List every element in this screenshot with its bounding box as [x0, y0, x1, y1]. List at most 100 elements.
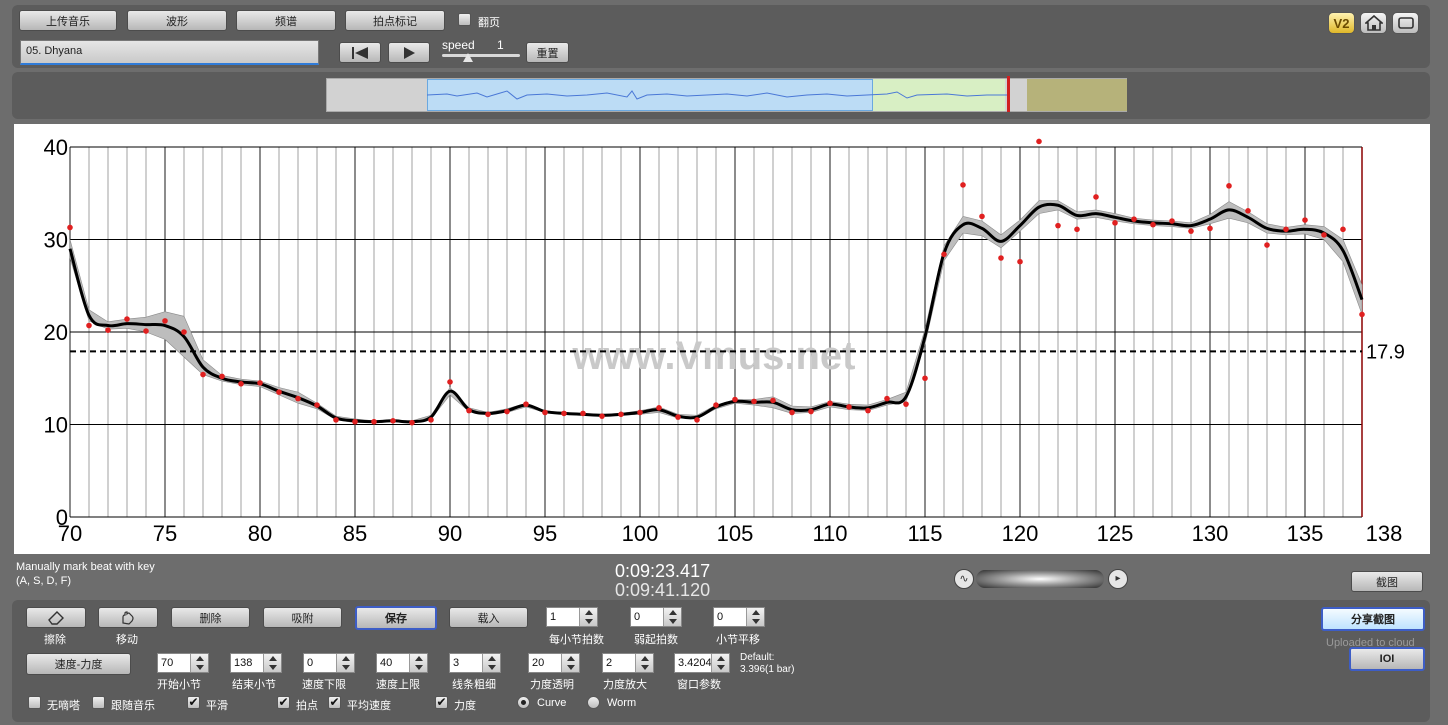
- home-icon: [1364, 15, 1383, 31]
- beat-point: [656, 405, 662, 411]
- x-tick-label: 130: [1192, 521, 1229, 546]
- playhead-marker[interactable]: [1007, 76, 1010, 112]
- current-time: 0:09:23.417: [615, 561, 711, 581]
- dynamics-checkbox[interactable]: ✔: [435, 696, 448, 709]
- volume-control[interactable]: ∿ ▸: [954, 569, 1130, 589]
- dynamics-opacity-label: 力度透明: [530, 679, 574, 691]
- average-tempo-checkbox[interactable]: ✔: [328, 696, 341, 709]
- reset-speed-button[interactable]: 重置: [526, 42, 569, 63]
- tempo-dynamics-button[interactable]: 速度-力度: [26, 653, 131, 675]
- beat-point: [884, 395, 890, 402]
- beat-point: [637, 409, 643, 416]
- start-bar-spinner[interactable]: 70: [157, 653, 209, 673]
- beat-point: [979, 213, 985, 220]
- share-screenshot-button[interactable]: 分享截图: [1321, 607, 1425, 631]
- fullscreen-button[interactable]: [1392, 12, 1419, 34]
- end-bar-arrows[interactable]: [263, 654, 281, 672]
- erase-button[interactable]: [26, 607, 86, 628]
- x-tick-label: 105: [717, 521, 754, 546]
- average-tempo-label: 17.9: [1366, 341, 1405, 363]
- beat-point: [428, 417, 434, 423]
- beat-point: [903, 401, 909, 407]
- x-tick-label: 75: [153, 521, 177, 546]
- pickup-beats-label: 弱起拍数: [634, 634, 678, 646]
- line-width-spinner[interactable]: 3: [449, 653, 501, 673]
- delete-button[interactable]: 删除: [171, 607, 250, 628]
- speed-slider-track[interactable]: [442, 54, 520, 57]
- page-turn-checkbox[interactable]: [458, 13, 471, 26]
- follow-music-checkbox[interactable]: [92, 696, 105, 709]
- window-param-spinner[interactable]: 3.4204: [674, 653, 730, 673]
- x-tick-label: 138: [1366, 521, 1403, 546]
- move-button[interactable]: [98, 607, 158, 628]
- tempo-max-arrows[interactable]: [409, 654, 427, 672]
- beat-point: [1340, 226, 1346, 233]
- previous-button[interactable]: [339, 42, 381, 63]
- worm-radio[interactable]: [587, 696, 600, 709]
- pickup-beats-spinner[interactable]: 0: [630, 607, 682, 627]
- beat-point: [960, 182, 966, 188]
- beats-per-bar-spinner[interactable]: 1: [546, 607, 598, 627]
- window-param-arrows[interactable]: [711, 654, 729, 672]
- waveform-shape: [427, 90, 1007, 100]
- tempo-min-arrows[interactable]: [336, 654, 354, 672]
- ioi-button[interactable]: IOI: [1349, 647, 1425, 671]
- dynamics-opacity-arrows[interactable]: [561, 654, 579, 672]
- track-name-field[interactable]: 05. Dhyana: [20, 40, 319, 65]
- tempo-min-value: 0: [307, 657, 314, 669]
- beat-point: [1036, 138, 1042, 145]
- beat-point: [922, 375, 928, 382]
- dynamics-scale-arrows[interactable]: [635, 654, 653, 672]
- upload-music-button[interactable]: 上传音乐: [19, 10, 117, 31]
- x-tick-label: 100: [622, 521, 659, 546]
- tempo-min-spinner[interactable]: 0: [303, 653, 355, 673]
- beat-point: [314, 402, 320, 408]
- dynamics-opacity-spinner[interactable]: 20: [528, 653, 580, 673]
- beat-point: [751, 398, 757, 405]
- start-bar-arrows[interactable]: [190, 654, 208, 672]
- y-tick-label: 20: [44, 320, 68, 345]
- beat-point: [276, 389, 282, 395]
- beat-point: [789, 409, 795, 416]
- volume-slider[interactable]: [976, 570, 1104, 588]
- default-note-line-2: 3.396(1 bar): [740, 664, 795, 675]
- beat-point: [808, 408, 814, 415]
- beats-label: 拍点: [296, 700, 318, 712]
- beat-point: [523, 401, 529, 407]
- no-tick-checkbox[interactable]: [28, 696, 41, 709]
- waveform-button[interactable]: 波形: [127, 10, 227, 31]
- curve-radio[interactable]: [517, 696, 530, 709]
- home-button[interactable]: [1360, 12, 1387, 34]
- beat-point: [1074, 226, 1080, 233]
- load-button[interactable]: 载入: [449, 607, 528, 628]
- tempo-max-spinner[interactable]: 40: [376, 653, 428, 673]
- beat-point: [1055, 222, 1061, 229]
- dynamics-scale-spinner[interactable]: 2: [602, 653, 654, 673]
- beat-marker-button[interactable]: 拍点标记: [345, 10, 445, 31]
- bar-shift-arrows[interactable]: [746, 608, 764, 626]
- beat-point: [447, 379, 453, 385]
- end-bar-value: 138: [234, 657, 253, 669]
- pickup-beats-arrows[interactable]: [663, 608, 681, 626]
- play-button[interactable]: [388, 42, 430, 63]
- beats-per-bar-arrows[interactable]: [579, 608, 597, 626]
- speed-slider-thumb[interactable]: [463, 53, 473, 62]
- end-bar-spinner[interactable]: 138: [230, 653, 282, 673]
- screenshot-button[interactable]: 截图: [1351, 571, 1423, 592]
- waveform-overview[interactable]: [326, 76, 1127, 112]
- beats-checkbox[interactable]: ✔: [277, 696, 290, 709]
- dynamics-opacity-value: 20: [532, 657, 545, 669]
- save-button[interactable]: 保存: [355, 606, 437, 630]
- line-width-arrows[interactable]: [482, 654, 500, 672]
- beat-point: [181, 329, 187, 335]
- line-width-value: 3: [453, 657, 460, 669]
- v2-button[interactable]: V2: [1328, 12, 1355, 34]
- y-tick-label: 40: [44, 135, 68, 160]
- spectrum-button[interactable]: 频谱: [236, 10, 336, 31]
- snap-button[interactable]: 吸附: [263, 607, 342, 628]
- smooth-checkbox[interactable]: ✔: [187, 696, 200, 709]
- x-tick-label: 70: [58, 521, 82, 546]
- beat-point: [105, 327, 111, 333]
- beat-point: [485, 411, 491, 418]
- bar-shift-spinner[interactable]: 0: [713, 607, 765, 627]
